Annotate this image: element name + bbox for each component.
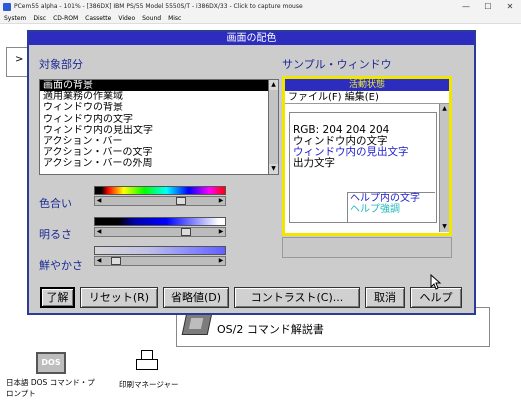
menu-system[interactable]: System [4, 14, 26, 23]
object-list[interactable]: 画面の背景 適用業務の作業域 ウィンドウの背景 ウィンドウ内の文字 ウィンドウ内の見出文… [39, 79, 279, 175]
saturation-left-arrow-icon[interactable]: ◀ [95, 257, 103, 265]
print-manager-label[interactable]: 印刷マネージャー [119, 379, 178, 390]
brightness-left-arrow-icon[interactable]: ◀ [95, 228, 103, 236]
hue-right-arrow-icon[interactable]: ▶ [217, 197, 225, 205]
sample-scrollbar: ▲ ▼ [439, 104, 449, 232]
saturation-right-arrow-icon[interactable]: ▶ [217, 257, 225, 265]
menu-misc[interactable]: Misc [168, 14, 181, 23]
hue-swatch [94, 186, 226, 195]
saturation-label: 鮮やかさ [39, 259, 83, 272]
brightness-right-arrow-icon[interactable]: ▶ [217, 228, 225, 236]
book-icon[interactable] [181, 313, 213, 335]
mouse-cursor-icon [430, 274, 442, 290]
printer-icon[interactable] [136, 350, 158, 374]
sample-window[interactable]: 活動状態 ファイル(F) 編集(E) RGB: 204 204 204 ウィンド… [282, 76, 452, 236]
contrast-button[interactable]: コントラスト(C)... [234, 287, 360, 308]
list-item[interactable]: 適用業務の作業域 [40, 91, 278, 102]
color-scheme-dialog: 画面の配色 対象部分 サンプル・ウィンドウ 画面の背景 適用業務の作業域 ウィンドウ… [27, 30, 476, 315]
help-button[interactable]: ヘルプ [410, 287, 462, 308]
scroll-down-icon[interactable]: ▼ [269, 164, 278, 174]
saturation-track[interactable]: ◀ ▶ [94, 256, 226, 266]
list-item[interactable]: アクション・バーの外周 [40, 158, 278, 169]
list-item[interactable]: 画面の背景 [40, 80, 278, 92]
sample-menu-bar: ファイル(F) 編集(E) [285, 91, 449, 104]
saturation-swatch [94, 246, 226, 255]
hue-left-arrow-icon[interactable]: ◀ [95, 197, 103, 205]
sample-scroll-down-icon: ▼ [442, 223, 447, 230]
saturation-knob[interactable] [111, 257, 122, 265]
app-icon [3, 3, 11, 11]
sample-window-title: 活動状態 [285, 79, 449, 91]
host-title-bar[interactable]: PCem55 alpha - 101% - [386DX] IBM PS/55 … [0, 0, 521, 14]
brightness-knob[interactable] [181, 228, 191, 236]
dos-prompt-label[interactable]: 日本語 DOS コマンド・プロンプト [6, 377, 100, 399]
scroll-up-icon[interactable]: ▲ [269, 80, 278, 90]
close-icon[interactable]: ✕ [499, 0, 521, 14]
list-item[interactable]: アクション・バーの文字 [40, 147, 278, 158]
sample-client-area: RGB: 204 204 204 ウィンドウ内の文字 ウィンドウ内の見出文字 出… [289, 112, 437, 223]
hue-label: 色合い [39, 197, 72, 210]
sample-output-text: 出力文字 [293, 157, 335, 169]
hue-knob[interactable] [175, 197, 186, 205]
cancel-button[interactable]: 取消 [365, 287, 405, 308]
saturation-slider[interactable]: ◀ ▶ [94, 246, 226, 266]
list-item[interactable]: ウィンドウ内の見出文字 [40, 125, 278, 136]
minimize-icon[interactable]: — [455, 0, 477, 14]
list-item[interactable]: アクション・バー [40, 136, 278, 147]
maximize-icon[interactable]: ☐ [477, 0, 499, 14]
sample-help-area: ヘルプ内の文字 ヘルプ強調 [347, 192, 435, 222]
brightness-label: 明るさ [39, 228, 72, 241]
book-label[interactable]: OS/2 コマンド解説書 [217, 321, 324, 337]
dialog-title[interactable]: 画面の配色 [29, 32, 474, 45]
brightness-swatch [94, 217, 226, 226]
reset-button[interactable]: リセット(R) [80, 287, 158, 308]
ok-button[interactable]: 了解 [40, 287, 75, 308]
list-scrollbar[interactable]: ▲ ▼ [268, 80, 278, 174]
hue-slider[interactable]: ◀ ▶ [94, 186, 226, 206]
dos-prompt-icon[interactable]: DOS [36, 352, 66, 374]
sample-window-label: サンプル・ウィンドウ [282, 58, 392, 71]
host-menu-bar: System Disc CD-ROM Cassette Video Sound … [0, 14, 521, 24]
sample-below-area [282, 237, 452, 258]
menu-cassette[interactable]: Cassette [85, 14, 111, 23]
sample-scroll-up-icon: ▲ [442, 105, 447, 112]
menu-video[interactable]: Video [118, 14, 135, 23]
sample-help-emphasis: ヘルプ強調 [350, 204, 400, 215]
os2-desktop: > OS/2 コマンド解説書 DOS 日本語 DOS コマンド・プロンプト 印刷… [0, 25, 521, 408]
default-button[interactable]: 省略値(D) [163, 287, 229, 308]
hue-track[interactable]: ◀ ▶ [94, 196, 226, 206]
menu-cdrom[interactable]: CD-ROM [53, 14, 78, 23]
menu-sound[interactable]: Sound [142, 14, 161, 23]
background-window-text: > [15, 54, 24, 65]
brightness-track[interactable]: ◀ ▶ [94, 227, 226, 237]
host-title-text: PCem55 alpha - 101% - [386DX] IBM PS/55 … [14, 3, 303, 10]
brightness-slider[interactable]: ◀ ▶ [94, 217, 226, 237]
list-item[interactable]: ウィンドウ内の文字 [40, 114, 278, 125]
menu-disc[interactable]: Disc [33, 14, 46, 23]
list-item[interactable]: ウィンドウの背景 [40, 102, 278, 113]
window-controls: — ☐ ✕ [455, 0, 521, 14]
object-label: 対象部分 [39, 58, 83, 71]
sample-help-text: ヘルプ内の文字 [350, 193, 420, 204]
